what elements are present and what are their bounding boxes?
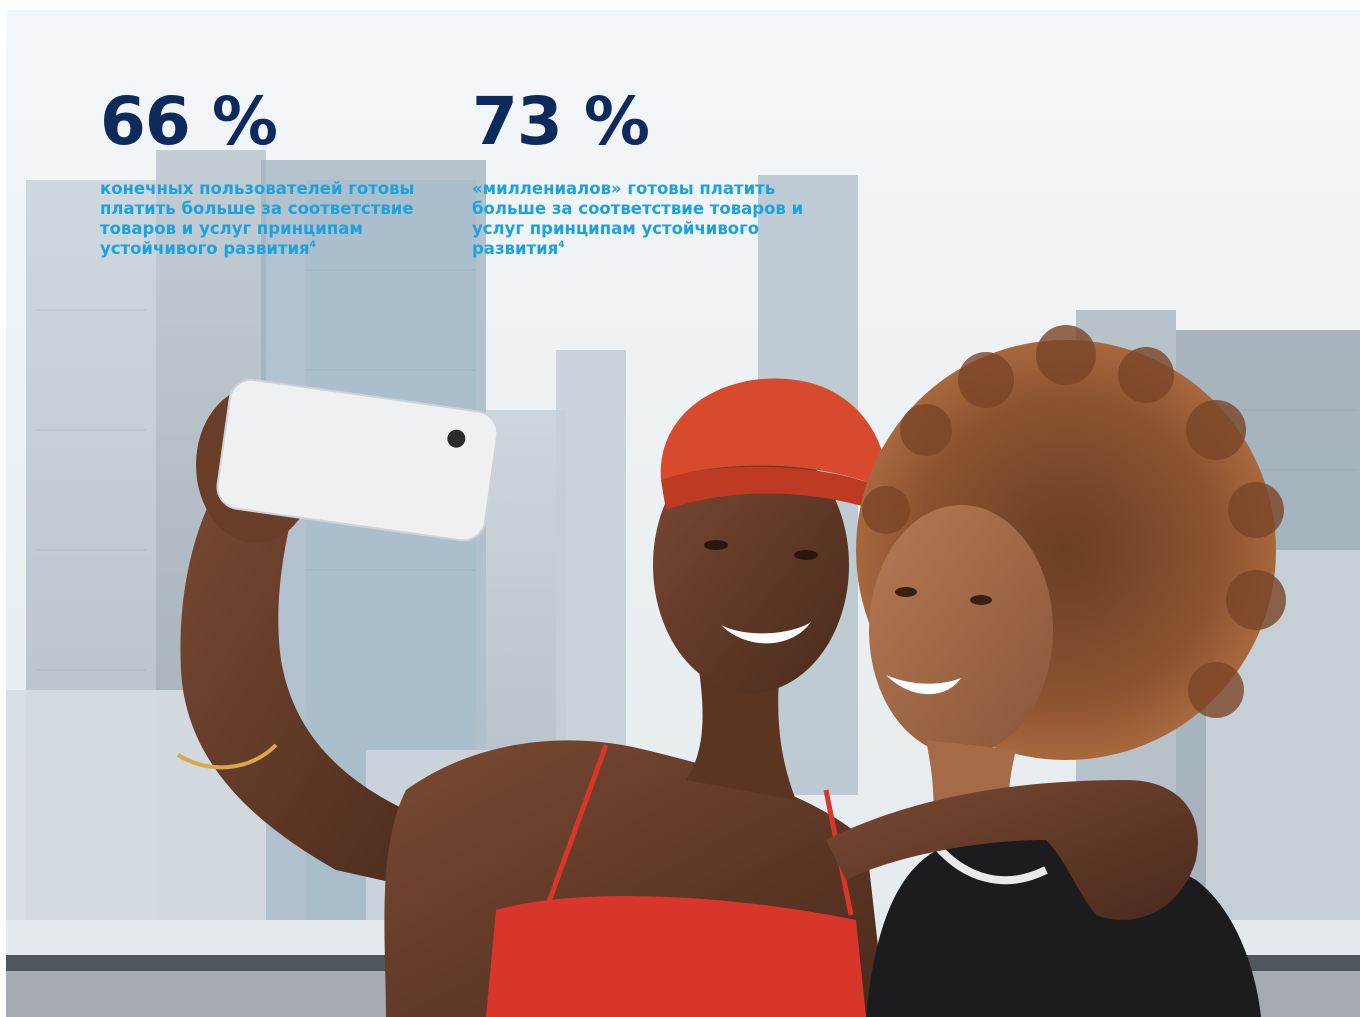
stat-description-text: «миллениалов» готовы платить больше за с… — [472, 179, 804, 258]
stat-description: конечных пользователей готовы платить бо… — [100, 179, 430, 259]
stat-value: 66 % — [100, 83, 278, 160]
stat-description: «миллениалов» готовы платить больше за с… — [472, 179, 832, 259]
stat-block-millennials: 73 % «миллениалов» готовы платить больше… — [472, 89, 832, 259]
stat-block-end-users: 66 % конечных пользователей готовы плати… — [100, 89, 430, 259]
stat-description-text: конечных пользователей готовы платить бо… — [100, 179, 415, 258]
footnote-marker: 4 — [309, 240, 316, 250]
stat-value: 73 % — [472, 83, 650, 160]
page: 66 % конечных пользователей готовы плати… — [0, 0, 1360, 1017]
footnote-marker: 4 — [558, 240, 565, 250]
